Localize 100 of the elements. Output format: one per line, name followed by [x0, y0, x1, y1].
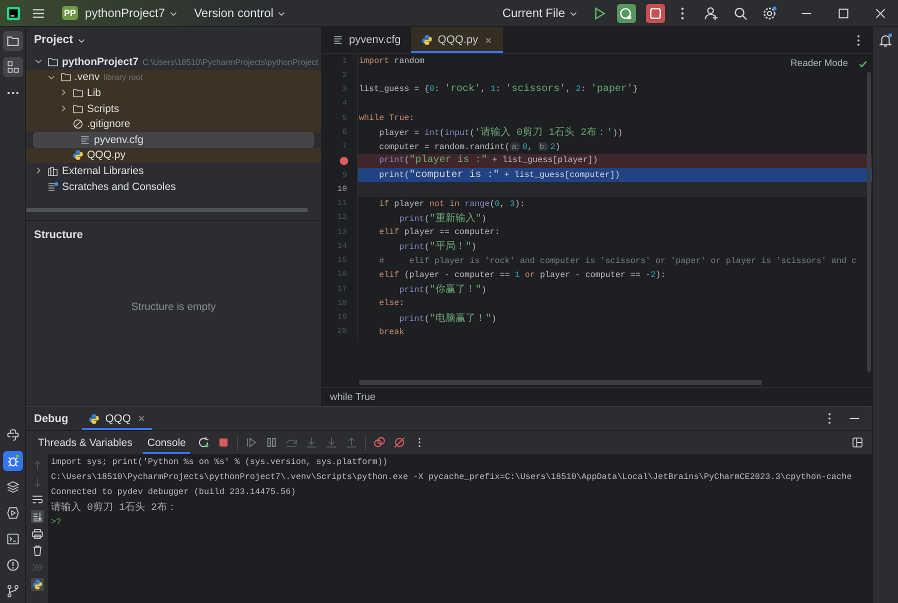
code-line: print("你赢了！") — [398, 282, 486, 296]
tree-item[interactable]: Scratches and Consoles — [26, 178, 321, 194]
run-icon[interactable] — [592, 6, 607, 20]
python-file-icon — [72, 149, 84, 162]
chevron-right-icon[interactable] — [34, 166, 43, 176]
scroll-to-end-icon[interactable] — [30, 510, 44, 523]
breakpoints-icon[interactable] — [372, 436, 386, 449]
folder-icon — [60, 71, 72, 84]
ignored-file-icon — [72, 118, 84, 130]
tree-item[interactable]: Scripts — [26, 100, 321, 116]
tool-window-button[interactable] — [2, 31, 22, 51]
trash-icon[interactable] — [30, 544, 44, 557]
add-user-icon[interactable] — [704, 6, 719, 20]
code-line: # elif player is 'rock' and computer is 'scissors' or 'paper' or player is 'scissors' and c — [378, 256, 857, 266]
code-line: if player not in range(0, 3): — [378, 198, 525, 209]
notifications-icon[interactable] — [878, 33, 893, 48]
structure-title: Structure — [33, 228, 84, 244]
tree-item-label: Scratches and Consoles — [62, 180, 176, 193]
layout-icon[interactable] — [851, 436, 864, 449]
pause-icon[interactable] — [264, 436, 278, 449]
search-icon[interactable] — [733, 6, 748, 20]
tree-item-label: .venv — [74, 71, 100, 84]
tree-item[interactable]: .venv library root — [26, 70, 321, 86]
reader-mode-button[interactable]: Reader Mode — [786, 56, 852, 71]
code-line: elif (player - computer == 1 or player - computer == -2): — [378, 270, 666, 280]
library-icon — [47, 164, 59, 177]
settings-icon[interactable] — [762, 6, 777, 20]
tree-item[interactable]: QQQ.py — [26, 148, 321, 164]
close-icon[interactable] — [136, 414, 146, 423]
debug-view-tab[interactable]: Threads & Variables — [34, 431, 136, 454]
warning-circle-icon — [6, 558, 20, 572]
code-line: while True: — [358, 113, 414, 124]
tree-item[interactable]: pythonProject7 C:\Users\18510\PycharmProjects\pythonProject — [26, 54, 321, 70]
app-logo-icon[interactable] — [6, 6, 21, 20]
code-line: computer = random.randint( a: 0, b: 2) — [378, 142, 560, 152]
code-line: elif player == computer: — [378, 227, 500, 238]
tree-item-label: External Libraries — [62, 164, 144, 177]
scratch-file-icon — [47, 180, 59, 193]
tree-item[interactable]: pyvenv.cfg — [33, 132, 314, 148]
project-view-selector[interactable]: Project — [30, 34, 90, 46]
tree-item[interactable]: .gitignore — [26, 116, 321, 132]
stop-icon[interactable] — [646, 4, 665, 22]
debug-rerun-icon[interactable] — [617, 4, 636, 22]
breakpoint-icon[interactable] — [339, 156, 349, 166]
line-number: 10 — [337, 184, 347, 194]
folder-icon — [6, 34, 20, 48]
python-icon[interactable] — [30, 578, 44, 591]
editor-tab[interactable]: QQQ.py — [410, 27, 504, 53]
tree-item-label: Lib — [87, 86, 102, 99]
code-line: break — [378, 326, 404, 337]
folder-icon — [47, 56, 59, 68]
empty-state-text: Structure is empty — [130, 301, 217, 314]
folder-icon — [72, 86, 84, 99]
resume-icon[interactable] — [244, 436, 258, 449]
mute-breakpoints-icon[interactable] — [392, 436, 406, 449]
bug-icon — [6, 454, 20, 468]
run-icon — [6, 506, 20, 520]
terminal-icon — [6, 532, 20, 546]
tree-item-label: QQQ.py — [87, 149, 126, 162]
run-configuration-selector[interactable]: Current File — [498, 4, 582, 22]
code-line: import random — [358, 56, 424, 66]
debug-view-tab[interactable]: Console — [143, 431, 190, 454]
tree-item-hint: C:\Users\18510\PycharmProjects\pythonProject — [142, 56, 318, 67]
version-control-menu[interactable]: Version control — [190, 4, 290, 22]
console-line: C:\Users\18510\PycharmProjects\pythonProject7\.venv\Scripts\python.exe -X pycache_prefix=C:\Users\18510\AppData\Local\JetBrains\PyCharmCE2023.3\cpython-cache — [51, 471, 853, 484]
soft-wrap-icon[interactable] — [30, 493, 44, 506]
code-line: print("平局！") — [398, 240, 476, 254]
code-line: print("computer is :" + list_guess[computer]) — [378, 170, 620, 181]
debug-session-tab[interactable]: QQQ — [82, 407, 152, 430]
tool-window-button[interactable] — [2, 57, 22, 77]
maximize-icon[interactable] — [836, 6, 851, 20]
project-switcher[interactable]: PP pythonProject7 — [58, 4, 182, 22]
folder-icon — [72, 102, 84, 115]
code-line: print("player is :" + list_guess[player]) — [378, 155, 598, 166]
print-icon[interactable] — [30, 527, 44, 540]
python-file-icon — [88, 412, 100, 424]
python-icon — [6, 428, 20, 442]
console-line: 请输入 0剪刀 1石头 2布： — [51, 500, 178, 514]
project-badge: PP — [62, 6, 78, 20]
breadcrumb[interactable]: while True — [330, 392, 376, 402]
tool-window-button[interactable] — [2, 451, 22, 471]
tree-item[interactable]: External Libraries — [26, 163, 321, 179]
code-line: list_guess = {0: 'rock', 1: 'scissors', 2: 'paper'} — [358, 84, 638, 96]
code-line: player = int(input('请输入 0剪刀 1石头 2布：')) — [378, 126, 623, 140]
tree-item[interactable]: Lib — [26, 85, 321, 101]
branch-icon — [6, 584, 20, 598]
code-line: print("电脑赢了！") — [398, 312, 496, 325]
console-line: import sys; print('Python %s on %s' % (sys.version, sys.platform)) — [51, 456, 389, 470]
code-line: print("重新输入") — [398, 212, 486, 225]
structure-icon — [6, 60, 20, 74]
panel-title: Debug — [34, 412, 68, 426]
rerun-icon[interactable] — [196, 436, 210, 449]
editor-tab[interactable]: pyvenv.cfg — [322, 27, 411, 53]
tree-item-label: .gitignore — [87, 118, 130, 130]
console-line: >? — [51, 516, 62, 529]
code-line: else: — [378, 298, 404, 308]
close-icon[interactable] — [484, 36, 494, 44]
tree-item-hint: library root — [104, 72, 143, 82]
tree-item-label: pythonProject7 — [62, 56, 138, 68]
text-file-icon — [79, 134, 91, 146]
